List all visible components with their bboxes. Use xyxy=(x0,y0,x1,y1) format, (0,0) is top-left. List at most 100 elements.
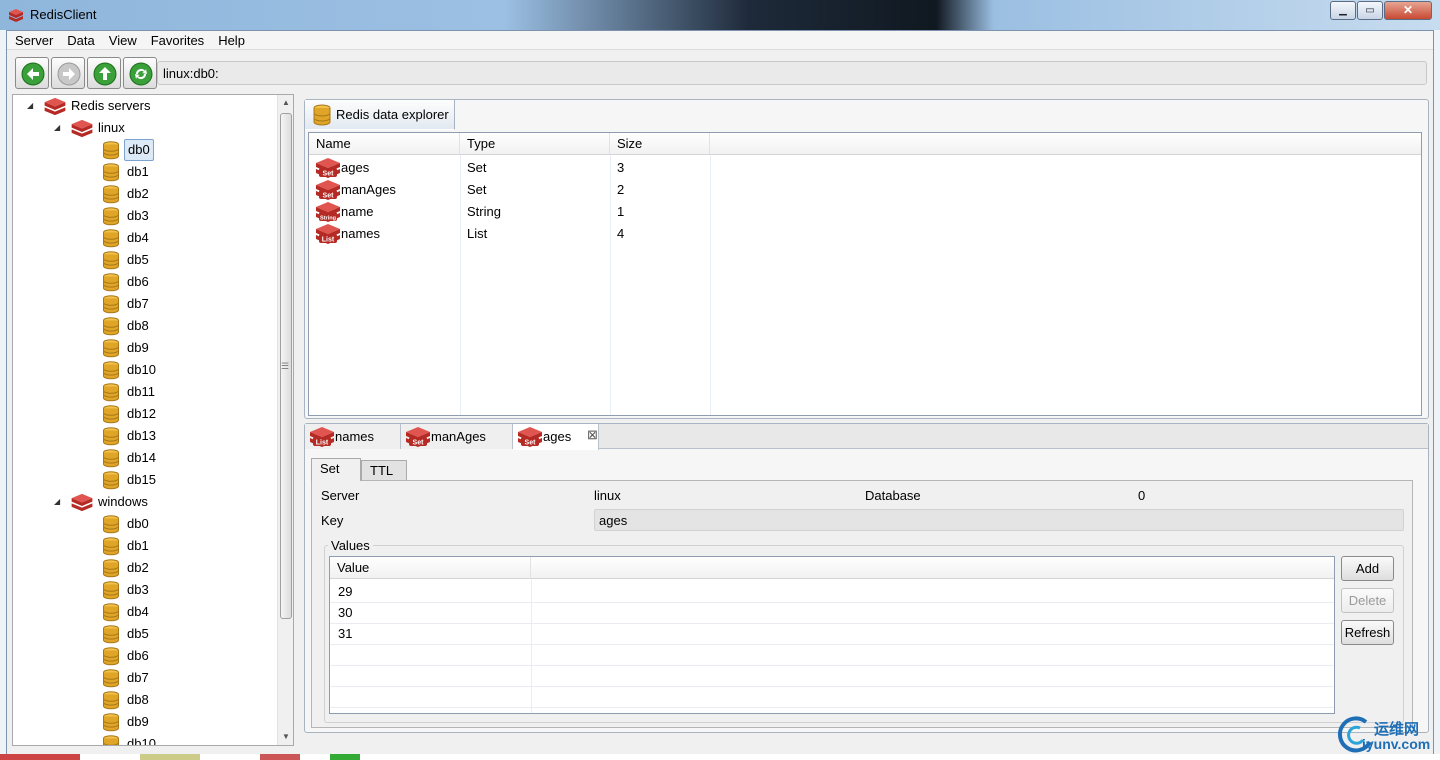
minimize-button[interactable]: ▁ xyxy=(1330,1,1356,20)
tree-item-label: db3 xyxy=(127,208,149,223)
tree-item-db[interactable]: db0 xyxy=(13,139,277,161)
explorer-cell-size[interactable]: 3 xyxy=(617,157,624,179)
svg-text:List: List xyxy=(322,237,335,244)
tree-item-db[interactable]: db1 xyxy=(13,161,277,183)
refresh-values-button[interactable]: Refresh xyxy=(1341,620,1394,645)
explorer-cell-type[interactable]: Set xyxy=(467,179,487,201)
tree-item-db[interactable]: db5 xyxy=(13,623,277,645)
tree-item-label: db0 xyxy=(127,516,149,531)
tree-item-db[interactable]: db12 xyxy=(13,403,277,425)
explorer-cell-name[interactable]: ages xyxy=(341,157,369,179)
tree-item-db[interactable]: db6 xyxy=(13,271,277,293)
column-header-value[interactable]: Value xyxy=(330,557,531,579)
maximize-button[interactable]: ▭ xyxy=(1357,1,1383,20)
tree-item-label: db4 xyxy=(127,604,149,619)
expand-arrow-icon[interactable]: ◢ xyxy=(54,491,66,513)
tree-item-db[interactable]: db3 xyxy=(13,205,277,227)
tree-item-db[interactable]: db15 xyxy=(13,469,277,491)
value-cell[interactable]: 31 xyxy=(338,623,352,645)
column-header-filler xyxy=(531,557,1334,579)
tree-item-db[interactable]: db10 xyxy=(13,733,277,745)
scroll-down-arrow-icon[interactable]: ▼ xyxy=(278,729,293,745)
server-tree[interactable]: ◢ Redis servers ◢ linux db0 db1 db2 db3 db4 db5 db… xyxy=(12,94,294,746)
explorer-cell-type[interactable]: String xyxy=(467,201,501,223)
value-cell[interactable]: 30 xyxy=(338,602,352,624)
tree-item-label: windows xyxy=(98,494,148,509)
tree-item-db[interactable]: db4 xyxy=(13,601,277,623)
arrow-right-icon xyxy=(57,62,81,86)
tree-item-db[interactable]: db3 xyxy=(13,579,277,601)
tree-item-db[interactable]: db9 xyxy=(13,337,277,359)
values-table[interactable]: Value 29 30 31 xyxy=(329,556,1335,714)
column-header-type[interactable]: Type xyxy=(460,133,610,155)
refresh-button[interactable] xyxy=(123,57,157,89)
add-button[interactable]: Add xyxy=(1341,556,1394,581)
menu-item-favorites[interactable]: Favorites xyxy=(143,31,210,48)
tree-item-label: db10 xyxy=(127,362,156,377)
menu-bar: Server Data View Favorites Help xyxy=(7,31,1433,50)
expand-arrow-icon[interactable]: ◢ xyxy=(27,95,39,117)
column-header-filler xyxy=(710,133,1421,155)
tab-ttl[interactable]: TTL xyxy=(361,460,407,482)
tree-item-db[interactable]: db9 xyxy=(13,711,277,733)
tree-item-db[interactable]: db8 xyxy=(13,315,277,337)
close-tab-icon[interactable]: ⊠ xyxy=(587,427,598,443)
tab-redis-data-explorer[interactable]: Redis data explorer xyxy=(305,100,455,130)
explorer-cell-size[interactable]: 2 xyxy=(617,179,624,201)
expand-arrow-icon[interactable]: ◢ xyxy=(54,117,66,139)
tree-item-db[interactable]: db1 xyxy=(13,535,277,557)
tree-item-db[interactable]: db7 xyxy=(13,667,277,689)
forward-button[interactable] xyxy=(51,57,85,89)
tree-item-db[interactable]: db8 xyxy=(13,689,277,711)
menu-item-help[interactable]: Help xyxy=(210,31,251,48)
tree-scrollbar[interactable]: ▲ ▼ xyxy=(277,95,293,745)
tree-item-server[interactable]: ◢ linux xyxy=(13,117,277,139)
tree-item-db[interactable]: db13 xyxy=(13,425,277,447)
splitter-grip-icon[interactable]: ☰ xyxy=(281,361,289,372)
tree-item-db[interactable]: db7 xyxy=(13,293,277,315)
scroll-up-arrow-icon[interactable]: ▲ xyxy=(278,95,293,111)
tree-item-db[interactable]: db11 xyxy=(13,381,277,403)
title-bar: RedisClient ▁ ▭ ✕ xyxy=(0,0,1440,30)
tree-item-db[interactable]: db14 xyxy=(13,447,277,469)
up-button[interactable] xyxy=(87,57,121,89)
tab-set[interactable]: Set xyxy=(311,458,361,481)
menu-item-view[interactable]: View xyxy=(101,31,143,48)
column-header-name[interactable]: Name xyxy=(309,133,460,155)
tree-item-db[interactable]: db10 xyxy=(13,359,277,381)
value-cell[interactable]: 29 xyxy=(338,581,352,603)
column-header-size[interactable]: Size xyxy=(610,133,710,155)
tab-names[interactable]: List names xyxy=(305,424,401,449)
explorer-cell-name[interactable]: manAges xyxy=(341,179,396,201)
tree-item-label: db2 xyxy=(127,186,149,201)
menu-item-data[interactable]: Data xyxy=(59,31,100,48)
explorer-cell-type[interactable]: Set xyxy=(467,157,487,179)
explorer-cell-type[interactable]: List xyxy=(467,223,487,245)
svg-text:Set: Set xyxy=(323,171,335,178)
tree-root-servers[interactable]: ◢ Redis servers xyxy=(13,95,277,117)
tree-item-db[interactable]: db0 xyxy=(13,513,277,535)
tree-item-db[interactable]: db4 xyxy=(13,227,277,249)
tab-manages[interactable]: Set manAges xyxy=(401,424,513,449)
tab-ages[interactable]: Set ages ⊠ xyxy=(513,424,599,450)
tree-item-db[interactable]: db2 xyxy=(13,183,277,205)
explorer-cell-size[interactable]: 4 xyxy=(617,223,624,245)
database-icon xyxy=(313,104,331,126)
key-field[interactable]: ages xyxy=(594,509,1404,531)
tree-item-db[interactable]: db6 xyxy=(13,645,277,667)
tree-item-db[interactable]: db5 xyxy=(13,249,277,271)
tree-item-server[interactable]: ◢ windows xyxy=(13,491,277,513)
menu-item-server[interactable]: Server xyxy=(7,31,59,48)
svg-text:Set: Set xyxy=(413,440,425,447)
explorer-cell-size[interactable]: 1 xyxy=(617,201,624,223)
explorer-cell-name[interactable]: names xyxy=(341,223,380,245)
tree-item-label: Redis servers xyxy=(71,98,151,113)
tree-item-db[interactable]: db2 xyxy=(13,557,277,579)
tree-item-label: db0 xyxy=(124,139,154,161)
explorer-cell-name[interactable]: name xyxy=(341,201,374,223)
close-button[interactable]: ✕ xyxy=(1384,1,1432,20)
explorer-table[interactable]: Name Type Size Set ages Set 3 Set manAges Set 2… xyxy=(308,132,1422,416)
path-field[interactable]: linux:db0: xyxy=(157,61,1427,85)
delete-button[interactable]: Delete xyxy=(1341,588,1394,613)
back-button[interactable] xyxy=(15,57,49,89)
